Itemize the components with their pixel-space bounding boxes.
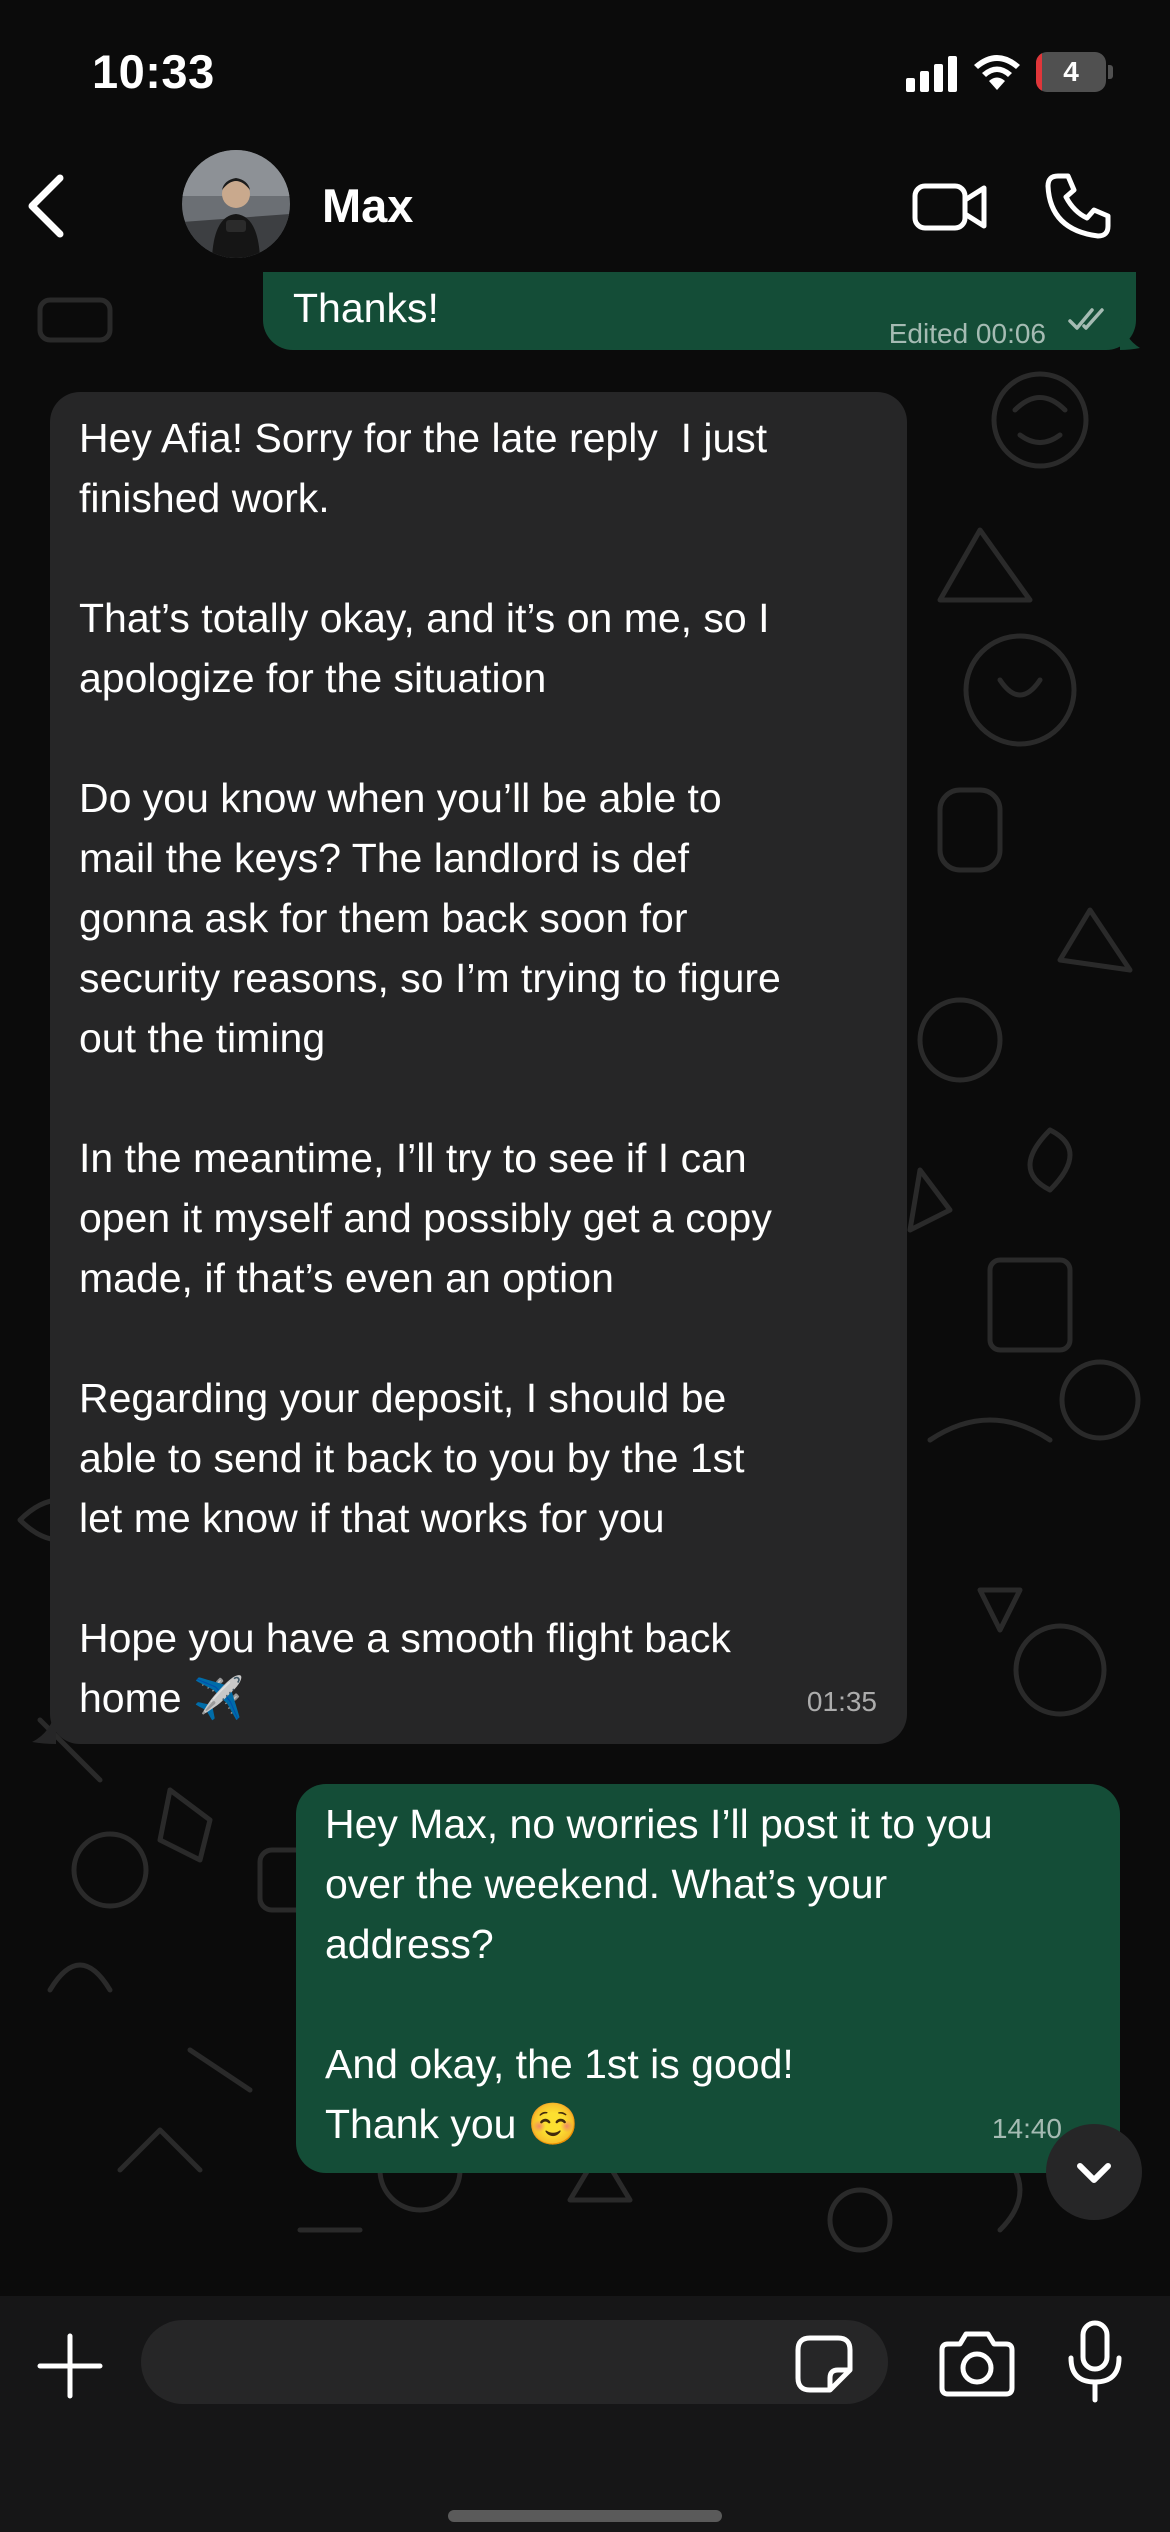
message-text: Hey Max, no worries I’ll post it to you … [325, 1801, 993, 2147]
message-timestamp: Edited 00:06 [888, 318, 1046, 349]
video-camera-icon[interactable] [912, 178, 988, 236]
camera-icon[interactable] [938, 2326, 1016, 2400]
home-indicator [448, 2510, 722, 2522]
outgoing-message[interactable]: Thanks! Edited 00:06 [263, 272, 1136, 350]
incoming-message[interactable]: Hey Afia! Sorry for the late reply I jus… [50, 392, 907, 1744]
scroll-to-bottom-button[interactable] [1046, 2124, 1142, 2220]
contact-name[interactable]: Max [322, 178, 413, 233]
microphone-icon[interactable] [1066, 2320, 1124, 2404]
clock: 10:33 [92, 45, 215, 98]
outgoing-message[interactable]: Hey Max, no worries I’ll post it to you … [296, 1784, 1120, 2173]
signal-icon [906, 56, 957, 92]
message-text: Hey Afia! Sorry for the late reply I jus… [79, 415, 781, 1721]
battery-level: 4 [1063, 56, 1079, 87]
battery-icon: 4 [1036, 52, 1113, 92]
plus-icon[interactable] [34, 2330, 106, 2402]
read-receipt-icon [1068, 308, 1104, 330]
chevron-down-icon [1077, 2163, 1111, 2183]
message-composer [0, 2296, 1170, 2532]
status-bar: 10:33 4 [0, 0, 1170, 140]
chevron-left-icon[interactable] [18, 170, 78, 242]
avatar[interactable] [182, 150, 290, 258]
message-timestamp: 01:35 [806, 1686, 877, 1717]
bubble-tail [1120, 318, 1140, 350]
phone-icon[interactable] [1044, 172, 1112, 240]
wifi-icon [974, 55, 1020, 90]
sticker-icon[interactable] [794, 2334, 854, 2394]
chat-screen: 10:33 4 Max Thanks! Edited 00:06 Hey Afi… [0, 0, 1170, 2532]
bubble-tail [32, 1708, 56, 1744]
message-input[interactable] [141, 2320, 888, 2404]
chat-header: Max [0, 140, 1170, 272]
